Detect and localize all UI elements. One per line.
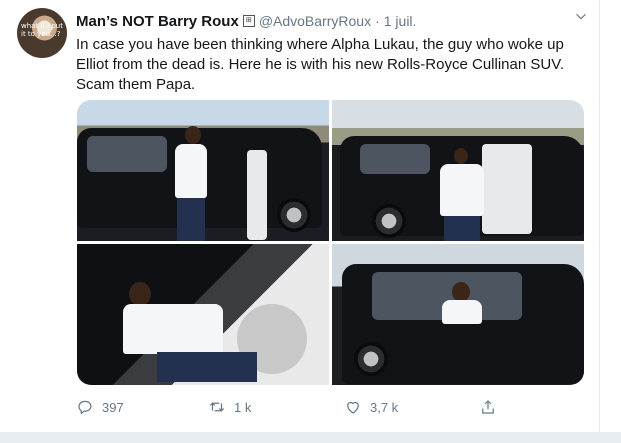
person-head <box>129 282 151 306</box>
person-head <box>452 282 470 302</box>
wheel <box>354 342 388 376</box>
tweet-date[interactable]: 1 juil. <box>384 13 417 29</box>
wheel <box>372 204 406 238</box>
retweet-button[interactable]: 1 k <box>208 396 251 418</box>
retweet-icon <box>209 402 225 412</box>
separator-dot: · <box>375 13 380 29</box>
heart-icon <box>347 401 359 414</box>
open-door <box>482 144 532 234</box>
author-handle[interactable]: @AdvoBarryRoux <box>259 13 371 29</box>
chevron-down-icon[interactable] <box>574 10 588 24</box>
tweet-header: Man’s NOT Barry Roux ⊞ @AdvoBarryRoux · … <box>76 11 596 31</box>
person-shirt <box>440 164 484 216</box>
tweet-card[interactable]: what if I put it to you...? Man’s NOT Ba… <box>0 0 600 432</box>
person-pants <box>444 216 480 241</box>
photo-4[interactable] <box>332 244 584 385</box>
share-button[interactable] <box>479 396 497 418</box>
tweet-actions: 397 1 k 3,7 k <box>76 396 506 418</box>
emoji-badge-icon: ⊞ <box>242 15 255 27</box>
avatar[interactable]: what if I put it to you...? <box>17 8 67 58</box>
share-icon <box>482 400 494 414</box>
author-name[interactable]: Man’s NOT Barry Roux <box>76 13 239 30</box>
wheel <box>277 198 311 232</box>
tweet-text: In case you have been thinking where Alp… <box>76 36 564 93</box>
media-grid <box>77 100 584 385</box>
retweet-count: 1 k <box>234 399 252 415</box>
person-shirt <box>123 304 223 354</box>
reply-button[interactable]: 397 <box>76 396 124 418</box>
avatar-caption: what if I put it to you...? <box>21 22 63 38</box>
open-door <box>247 150 267 240</box>
like-button[interactable]: 3,7 k <box>344 396 398 418</box>
feed-divider <box>0 432 621 443</box>
person-head <box>185 126 201 144</box>
person-head <box>454 148 468 164</box>
person-pants <box>157 352 257 382</box>
photo-3[interactable] <box>77 244 329 385</box>
car-window <box>360 144 430 174</box>
person-pants <box>177 198 205 241</box>
car-window <box>87 136 167 172</box>
person-shirt <box>175 144 207 198</box>
photo-1[interactable] <box>77 100 329 241</box>
like-count: 3,7 k <box>370 399 399 415</box>
photo-2[interactable] <box>332 100 584 241</box>
person-shirt <box>442 300 482 324</box>
reply-icon <box>78 400 92 414</box>
reply-count: 397 <box>102 399 124 415</box>
